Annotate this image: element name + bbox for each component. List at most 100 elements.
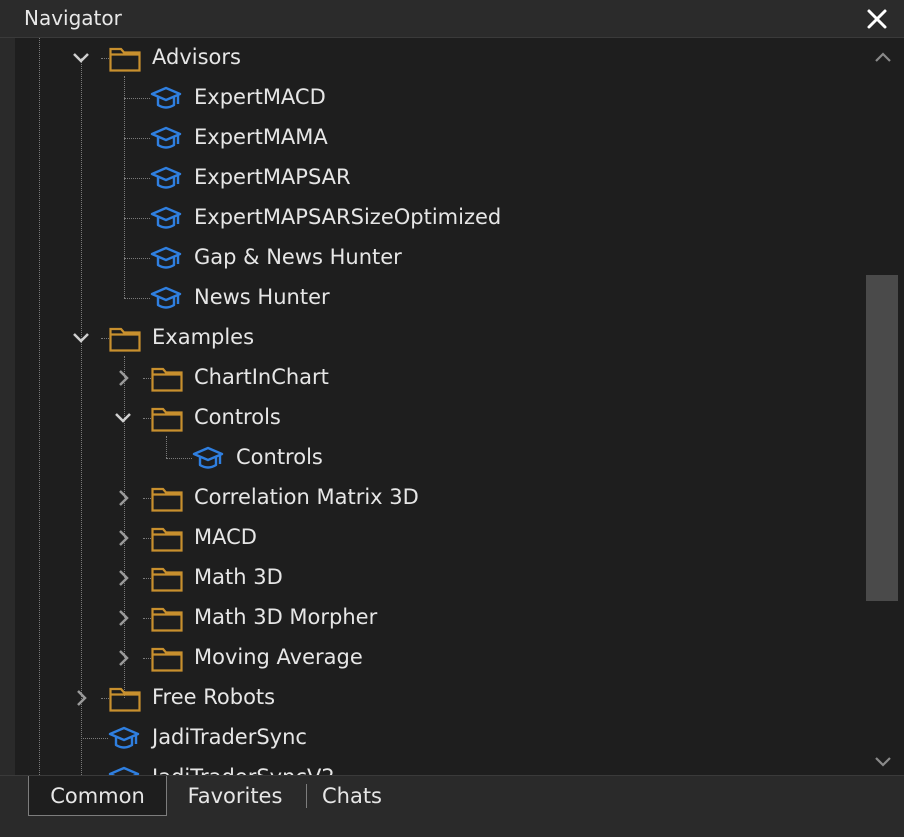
tree-item-controls-folder[interactable]: Controls — [15, 398, 863, 438]
tab-separator — [306, 784, 307, 808]
tree-item-expertmama[interactable]: ExpertMAMA — [15, 118, 863, 158]
chevron-right-icon[interactable] — [72, 688, 92, 708]
graduation-cap-icon — [108, 724, 140, 752]
tree-item-examples[interactable]: Examples — [15, 318, 863, 358]
tree-connector — [166, 458, 192, 459]
tree-item-macd[interactable]: MACD — [15, 518, 863, 558]
tree-connector — [101, 338, 109, 339]
tree-connector — [143, 578, 151, 579]
tree-item-label: Moving Average — [194, 645, 363, 669]
chevron-right-icon[interactable] — [114, 368, 134, 388]
tree-item-label: Controls — [236, 445, 323, 469]
tree-item-chartinchart[interactable]: ChartInChart — [15, 358, 863, 398]
tree-connector — [143, 498, 151, 499]
graduation-cap-icon — [150, 284, 182, 312]
tree-item-news-hunter[interactable]: News Hunter — [15, 278, 863, 318]
folder-icon — [109, 324, 141, 352]
tree-connector — [124, 138, 150, 139]
tab-favorites[interactable]: Favorites — [176, 776, 294, 816]
tab-label: Chats — [321, 784, 383, 808]
tree-item-free-robots[interactable]: Free Robots — [15, 678, 863, 718]
tab-label: Common — [50, 784, 145, 808]
graduation-cap-icon — [150, 124, 182, 152]
chevron-right-icon[interactable] — [114, 488, 134, 508]
tree-item-jaditradersyncv2[interactable]: JadiTraderSyncV2 — [15, 758, 863, 775]
tree-item-expertmapsarsizeoptimized[interactable]: ExpertMAPSARSizeOptimized — [15, 198, 863, 238]
tab-chats[interactable]: Chats — [314, 776, 390, 816]
tree-item-math-3d-morpher[interactable]: Math 3D Morpher — [15, 598, 863, 638]
tree-item-label: Free Robots — [152, 685, 276, 709]
tree-connector — [124, 178, 150, 179]
folder-icon — [151, 604, 183, 632]
folder-icon — [151, 524, 183, 552]
folder-icon — [151, 404, 183, 432]
tab-label: Favorites — [187, 784, 283, 808]
tree-item-label: JadiTraderSyncV2 — [152, 765, 335, 775]
left-border-strip — [0, 38, 15, 836]
tree-item-label: Gap & News Hunter — [194, 245, 402, 269]
tree-connector — [143, 418, 151, 419]
folder-icon — [109, 44, 141, 72]
close-icon[interactable] — [864, 4, 890, 32]
tree-item-controls-expert[interactable]: Controls — [15, 438, 863, 478]
tree-item-label: JadiTraderSync — [152, 725, 307, 749]
vertical-scrollbar[interactable] — [863, 38, 904, 775]
chevron-right-icon[interactable] — [114, 568, 134, 588]
tree-item-expertmacd[interactable]: ExpertMACD — [15, 78, 863, 118]
scroll-down-arrow-icon[interactable] — [870, 750, 896, 772]
graduation-cap-icon — [150, 204, 182, 232]
graduation-cap-icon — [150, 84, 182, 112]
tree-item-label: Examples — [152, 325, 255, 349]
tree-connector — [124, 258, 150, 259]
tree-connector — [81, 738, 108, 739]
tree-item-label: ChartInChart — [194, 365, 329, 389]
tree-item-gap-news-hunter[interactable]: Gap & News Hunter — [15, 238, 863, 278]
tree-connector — [143, 658, 151, 659]
tree-connector — [101, 698, 109, 699]
tree-item-label: ExpertMAPSAR — [194, 165, 351, 189]
window-title: Navigator — [24, 6, 122, 30]
folder-icon — [151, 364, 183, 392]
tree-item-math-3d[interactable]: Math 3D — [15, 558, 863, 598]
tree-item-label: News Hunter — [194, 285, 330, 309]
tree-item-label: Advisors — [152, 45, 241, 69]
folder-icon — [151, 644, 183, 672]
scrollbar-thumb[interactable] — [866, 275, 898, 601]
chevron-down-icon[interactable] — [71, 328, 91, 348]
bottom-tab-bar: Common Favorites Chats — [0, 775, 904, 837]
tree-item-moving-average[interactable]: Moving Average — [15, 638, 863, 678]
tab-common[interactable]: Common — [28, 776, 167, 816]
tree-item-label: ExpertMACD — [194, 85, 326, 109]
tree-item-label: Controls — [194, 405, 281, 429]
tree-item-jaditradersync[interactable]: JadiTraderSync — [15, 718, 863, 758]
graduation-cap-icon — [150, 244, 182, 272]
tree-connector — [143, 618, 151, 619]
tree-item-label: Correlation Matrix 3D — [194, 485, 419, 509]
scrollbar-track[interactable] — [863, 60, 904, 753]
tree-connector — [101, 58, 109, 59]
tree-item-label: Math 3D Morpher — [194, 605, 378, 629]
tree-item-advisors[interactable]: Advisors — [15, 38, 863, 78]
tree-connector — [143, 378, 151, 379]
tree-item-label: Math 3D — [194, 565, 283, 589]
chevron-right-icon[interactable] — [114, 528, 134, 548]
folder-icon — [151, 484, 183, 512]
tree-connector — [143, 538, 151, 539]
chevron-right-icon[interactable] — [114, 608, 134, 628]
tree-item-correlation-matrix-3d[interactable]: Correlation Matrix 3D — [15, 478, 863, 518]
navigator-title-bar: Navigator — [0, 0, 904, 38]
tree-item-expertmapsar[interactable]: ExpertMAPSAR — [15, 158, 863, 198]
tree-item-label: ExpertMAPSARSizeOptimized — [194, 205, 502, 229]
tree-item-label: ExpertMAMA — [194, 125, 328, 149]
tree-connector — [124, 98, 150, 99]
chevron-right-icon[interactable] — [114, 648, 134, 668]
tree-connector — [124, 298, 150, 299]
graduation-cap-icon — [108, 764, 140, 775]
graduation-cap-icon — [192, 444, 224, 472]
folder-icon — [109, 684, 141, 712]
chevron-down-icon[interactable] — [71, 48, 91, 68]
graduation-cap-icon — [150, 164, 182, 192]
folder-icon — [151, 564, 183, 592]
chevron-down-icon[interactable] — [113, 408, 133, 428]
navigator-tree[interactable]: Advisors ExpertMACD ExpertMAMA ExpertMAP… — [15, 38, 863, 775]
